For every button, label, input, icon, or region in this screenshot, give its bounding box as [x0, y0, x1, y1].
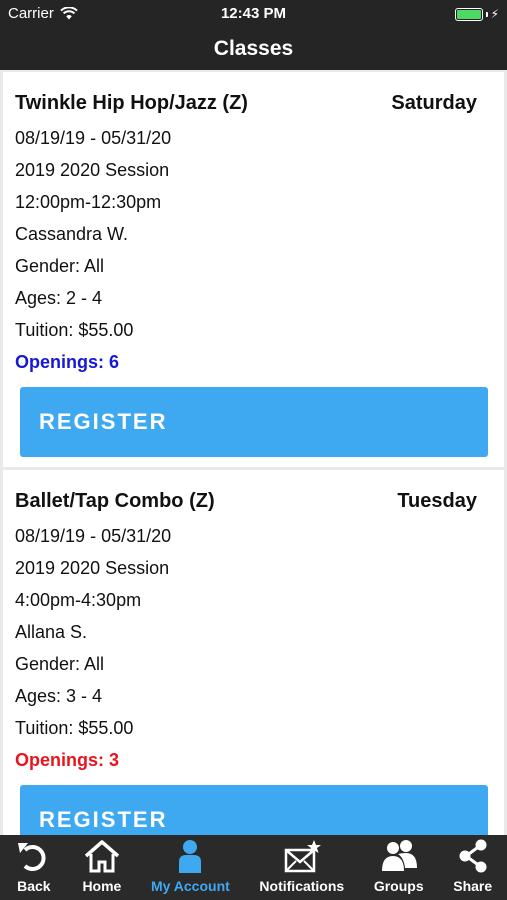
tab-notifications[interactable]: Notifications [245, 835, 359, 900]
tab-label: Notifications [259, 878, 345, 894]
tab-back[interactable]: Back [0, 835, 68, 900]
class-instructor: Allana S. [15, 622, 88, 642]
back-icon [17, 843, 46, 871]
class-gender: Gender: All [15, 654, 105, 674]
notifications-icon [284, 840, 321, 873]
tab-label: Back [17, 878, 51, 894]
home-icon [84, 840, 120, 873]
tab-bar: Back Home My Account Notifications Group… [0, 835, 507, 900]
battery-icon: ⚡ [454, 7, 499, 21]
class-card: Twinkle Hip Hop/Jazz (Z) Saturday 08/19/… [3, 72, 504, 467]
page-title: Classes [213, 37, 294, 60]
class-instructor: Cassandra W. [15, 224, 129, 244]
class-openings: Openings: 3 [15, 750, 120, 770]
class-name: Twinkle Hip Hop/Jazz (Z) [15, 92, 248, 114]
class-day: Tuesday [397, 490, 477, 512]
class-card-header: Twinkle Hip Hop/Jazz (Z) Saturday [15, 92, 477, 115]
tab-label: Share [453, 878, 493, 894]
register-button[interactable]: REGISTER [20, 387, 488, 457]
tab-groups[interactable]: Groups [359, 835, 438, 900]
class-card-header: Ballet/Tap Combo (Z) Tuesday [15, 490, 477, 513]
nav-bar: Classes [0, 28, 507, 70]
tab-home[interactable]: Home [68, 835, 137, 900]
class-card: Ballet/Tap Combo (Z) Tuesday 08/19/19 - … [3, 470, 504, 835]
tab-share[interactable]: Share [438, 835, 507, 900]
status-bar: Carrier 12:43 PM ⚡ [0, 0, 507, 28]
class-session: 2019 2020 Session [15, 160, 170, 180]
class-dates: 08/19/19 - 05/31/20 [15, 526, 172, 546]
class-openings: Openings: 6 [15, 352, 120, 372]
class-time: 12:00pm-12:30pm [15, 192, 162, 212]
share-icon [459, 839, 487, 873]
class-day: Saturday [391, 92, 477, 114]
tab-my-account[interactable]: My Account [136, 835, 244, 900]
status-time: 12:43 PM [220, 5, 287, 22]
groups-icon [381, 840, 417, 871]
user-icon [179, 840, 202, 873]
charging-icon: ⚡ [490, 7, 499, 21]
class-tuition: Tuition: $55.00 [15, 320, 134, 340]
class-dates: 08/19/19 - 05/31/20 [15, 128, 172, 148]
class-list[interactable]: Twinkle Hip Hop/Jazz (Z) Saturday 08/19/… [0, 70, 507, 835]
class-ages: Ages: 3 - 4 [15, 686, 103, 706]
tab-label: My Account [150, 878, 230, 894]
class-ages: Ages: 2 - 4 [15, 288, 103, 308]
class-gender: Gender: All [15, 256, 105, 276]
class-name: Ballet/Tap Combo (Z) [15, 490, 215, 512]
class-session: 2019 2020 Session [15, 558, 170, 578]
tab-label: Groups [373, 878, 424, 894]
register-button[interactable]: REGISTER [20, 785, 488, 835]
tab-label: Home [82, 878, 122, 894]
class-tuition: Tuition: $55.00 [15, 718, 134, 738]
class-time: 4:00pm-4:30pm [15, 590, 142, 610]
